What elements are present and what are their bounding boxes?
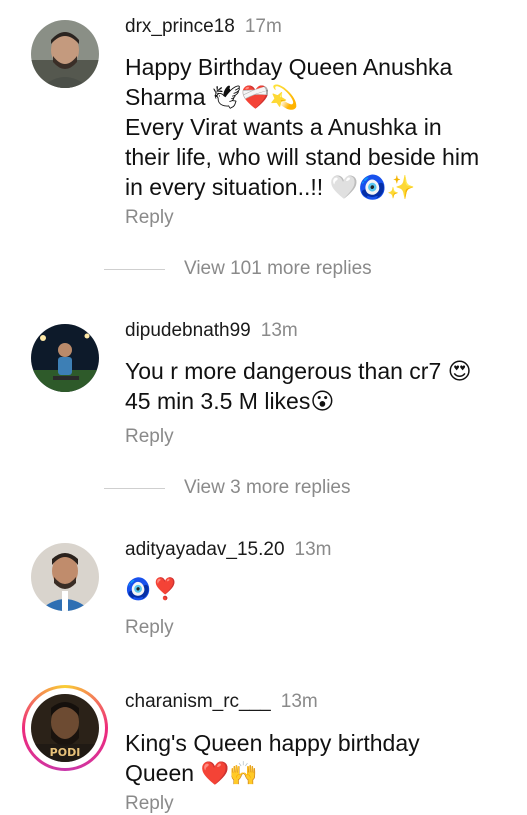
- view-replies-label[interactable]: View 3 more replies: [184, 477, 351, 499]
- comment-line: You r more dangerous than cr7 😍: [125, 358, 472, 384]
- reply-button[interactable]: Reply: [125, 426, 174, 448]
- comment-line: in every situation..!! 🤍🧿✨: [125, 174, 416, 200]
- comment-text: King's Queen happy birthday Queen ❤️🙌: [125, 728, 515, 788]
- view-replies[interactable]: View 101 more replies: [104, 258, 404, 282]
- comment-line: Every Virat wants a Anushka in: [125, 114, 442, 140]
- timestamp: 13m: [280, 691, 318, 712]
- comment-meta: drx_prince18 17m: [125, 16, 282, 38]
- comment-line: Sharma 🕊❤️‍🩹💫: [125, 84, 299, 110]
- comment-line: their life, who will stand beside him: [125, 144, 480, 170]
- profile-photo-icon: [31, 20, 99, 88]
- divider: [104, 269, 165, 270]
- profile-photo-icon: [31, 324, 99, 392]
- reply-button[interactable]: Reply: [125, 617, 174, 639]
- comment-meta: dipudebnath99 13m: [125, 320, 298, 342]
- comment-text: Happy Birthday Queen Anushka Sharma 🕊❤️‍…: [125, 52, 515, 202]
- comment-line: Happy Birthday Queen Anushka: [125, 54, 453, 80]
- username[interactable]: charanism_rc___: [125, 691, 271, 712]
- comment-text: You r more dangerous than cr7 😍 45 min 3…: [125, 356, 515, 416]
- divider: [104, 488, 165, 489]
- timestamp: 13m: [260, 320, 298, 341]
- avatar[interactable]: [31, 543, 99, 611]
- avatar[interactable]: [31, 324, 99, 392]
- comment-meta: adityayadav_15.20 13m: [125, 539, 331, 561]
- avatar-logo-text: PODI: [50, 746, 81, 759]
- profile-photo-icon: [31, 543, 99, 611]
- comment-text: 🧿❣️: [125, 574, 515, 604]
- username[interactable]: dipudebnath99: [125, 320, 251, 341]
- avatar[interactable]: PODI: [31, 694, 99, 762]
- username[interactable]: adityayadav_15.20: [125, 539, 285, 560]
- avatar[interactable]: [31, 20, 99, 88]
- comment-meta: charanism_rc___ 13m: [125, 691, 318, 713]
- reply-button[interactable]: Reply: [125, 793, 174, 815]
- comment-line: 45 min 3.5 M likes😮: [125, 388, 335, 414]
- comment-line: 🧿❣️: [125, 577, 180, 601]
- profile-photo-icon: PODI: [31, 694, 99, 762]
- timestamp: 17m: [244, 16, 282, 37]
- username[interactable]: drx_prince18: [125, 16, 235, 37]
- comment-line: Queen ❤️🙌: [125, 760, 258, 786]
- comment-line: King's Queen happy birthday: [125, 730, 420, 756]
- timestamp: 13m: [294, 539, 332, 560]
- view-replies[interactable]: View 3 more replies: [104, 477, 404, 501]
- reply-button[interactable]: Reply: [125, 207, 174, 229]
- view-replies-label[interactable]: View 101 more replies: [184, 258, 372, 280]
